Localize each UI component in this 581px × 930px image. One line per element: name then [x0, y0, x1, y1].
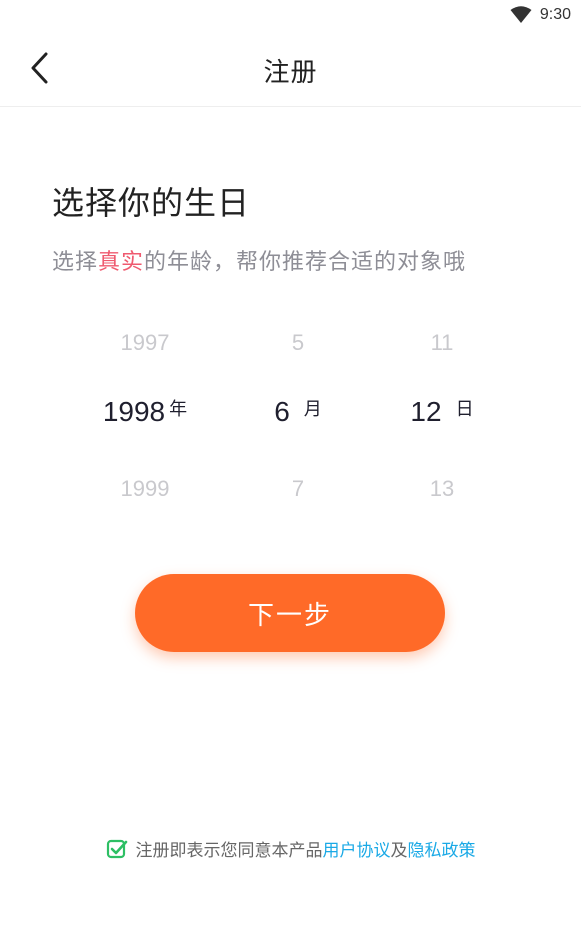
year-selected-value: 1998 [102, 396, 166, 427]
month-selected-value: 6 [274, 396, 290, 427]
month-selected-option[interactable]: 6月 [228, 396, 368, 428]
status-time: 9:30 [539, 6, 571, 23]
year-unit-label: 年 [169, 399, 188, 420]
next-step-button[interactable]: 下一步 [135, 574, 445, 652]
subheading-text-end: 的年龄，帮你推荐合适的对象哦 [144, 250, 467, 275]
status-bar: 9:30 [0, 0, 581, 32]
agreement-row: 注册即表示您同意本产品 用户协议及隐私政策 [0, 836, 581, 861]
month-wheel[interactable]: 5 6月 7 [228, 320, 368, 520]
agreement-conjunction: 及 [390, 841, 408, 861]
day-wheel[interactable]: 11 12 日 13 [372, 320, 512, 520]
month-next-option[interactable]: 7 [228, 476, 368, 502]
checkbox-checked-icon[interactable] [106, 838, 128, 860]
year-wheel[interactable]: 1997 1998 年 1999 [75, 320, 215, 520]
day-unit-label: 日 [455, 399, 474, 420]
subheading-text-start: 选择 [52, 250, 99, 275]
year-prev-option[interactable]: 1997 [75, 330, 215, 356]
status-icons: 9:30 [510, 5, 571, 25]
date-picker: 1997 1998 年 1999 5 6月 7 11 12 日 13 [0, 320, 581, 520]
subheading-highlight: 真实 [98, 250, 145, 275]
day-next-option[interactable]: 13 [372, 476, 512, 502]
year-selected-option[interactable]: 1998 年 [75, 396, 215, 428]
privacy-policy-link[interactable]: 隐私政策 [408, 836, 476, 861]
user-agreement-link[interactable]: 用户协议 [323, 836, 391, 861]
page-title: 注册 [263, 58, 318, 88]
agreement-text: 注册即表示您同意本产品 [135, 841, 323, 861]
birthday-heading: 选择你的生日 [52, 184, 251, 222]
day-prev-option[interactable]: 11 [372, 330, 512, 356]
birthday-subheading: 选择真实的年龄，帮你推荐合适的对象哦 [52, 244, 466, 276]
day-selected-option[interactable]: 12 日 [372, 396, 512, 428]
month-unit-label: 月 [303, 399, 322, 420]
month-prev-option[interactable]: 5 [228, 330, 368, 356]
nav-bar: 注册 [0, 32, 581, 107]
wifi-icon [510, 6, 532, 23]
day-selected-value: 12 [410, 396, 442, 427]
year-next-option[interactable]: 1999 [75, 476, 215, 502]
